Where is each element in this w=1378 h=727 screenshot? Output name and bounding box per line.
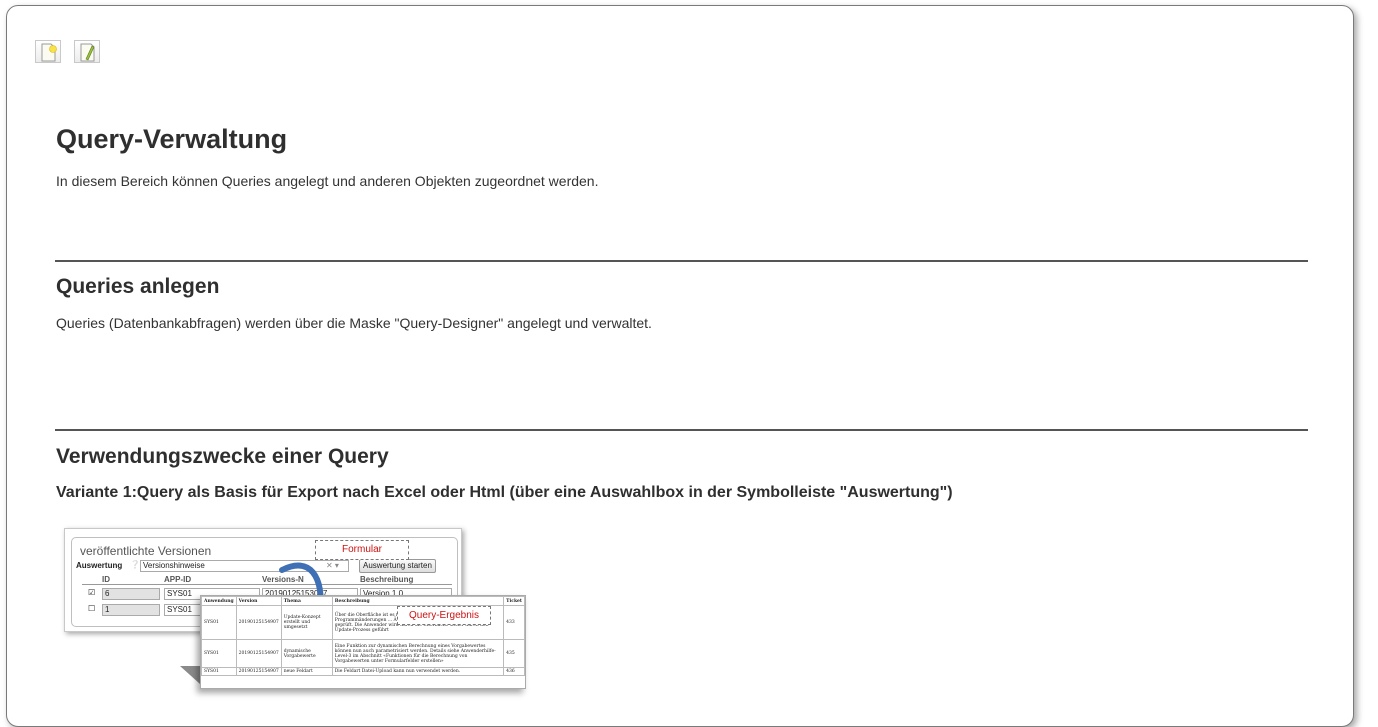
variant-1-heading: Variante 1:Query als Basis für Export na…	[56, 484, 953, 501]
edit-pencil-icon	[80, 43, 95, 62]
result-cell: 20190125154907	[235, 639, 282, 668]
result-cell: 20190125154907	[235, 667, 282, 676]
section-divider	[55, 260, 1308, 262]
result-cell: SYS01	[201, 605, 237, 640]
result-cell: Eine Funktion zur dynamischen Berechnung…	[331, 639, 505, 668]
new-document-icon	[41, 43, 57, 62]
result-cell: SYS01	[201, 667, 237, 676]
edit-button[interactable]	[74, 40, 100, 63]
variant-1-illustration: veröffentlichte Versionen Auswertung ❔ V…	[62, 526, 532, 699]
result-col-header: Anwendung	[201, 596, 237, 606]
section-heading-create: Queries anlegen	[56, 275, 220, 298]
result-col-header: Beschreibung	[331, 596, 505, 606]
table-row: SYS01 20190125154907 neue Feldart Die Fe…	[201, 667, 525, 676]
result-cell: 435	[503, 639, 525, 668]
query-result-screenshot: Anwendung Version Thema Beschreibung Tic…	[200, 595, 526, 689]
callout-query-ergebnis: Query-Ergebnis	[397, 606, 491, 625]
result-cell: 436	[503, 667, 525, 676]
result-cell: neue Feldart	[280, 667, 333, 676]
page-intro: In diesem Bereich können Queries angeleg…	[56, 173, 599, 189]
result-cell: Update-Konzept erstellt und umgesetzt	[280, 605, 333, 640]
result-cell: SYS01	[201, 639, 237, 668]
result-cell: Die Feldart Datei-Upload kann nun verwen…	[331, 667, 505, 676]
new-button[interactable]	[35, 40, 61, 63]
result-col-header: Ticket	[503, 596, 525, 606]
result-cell: dynamische Vorgabewerte	[280, 639, 333, 668]
result-col-header: Thema	[280, 596, 333, 606]
result-col-header: Version	[235, 596, 282, 606]
section-divider	[55, 429, 1308, 431]
table-row: SYS01 20190125154907 dynamische Vorgabew…	[201, 639, 525, 668]
result-cell: 20190125154907	[235, 605, 282, 640]
section-text-create: Queries (Datenbankabfragen) werden über …	[56, 315, 652, 331]
result-cell: 433	[503, 605, 525, 640]
section-heading-usage: Verwendungszwecke einer Query	[56, 445, 389, 468]
page-title: Query-Verwaltung	[56, 124, 288, 154]
